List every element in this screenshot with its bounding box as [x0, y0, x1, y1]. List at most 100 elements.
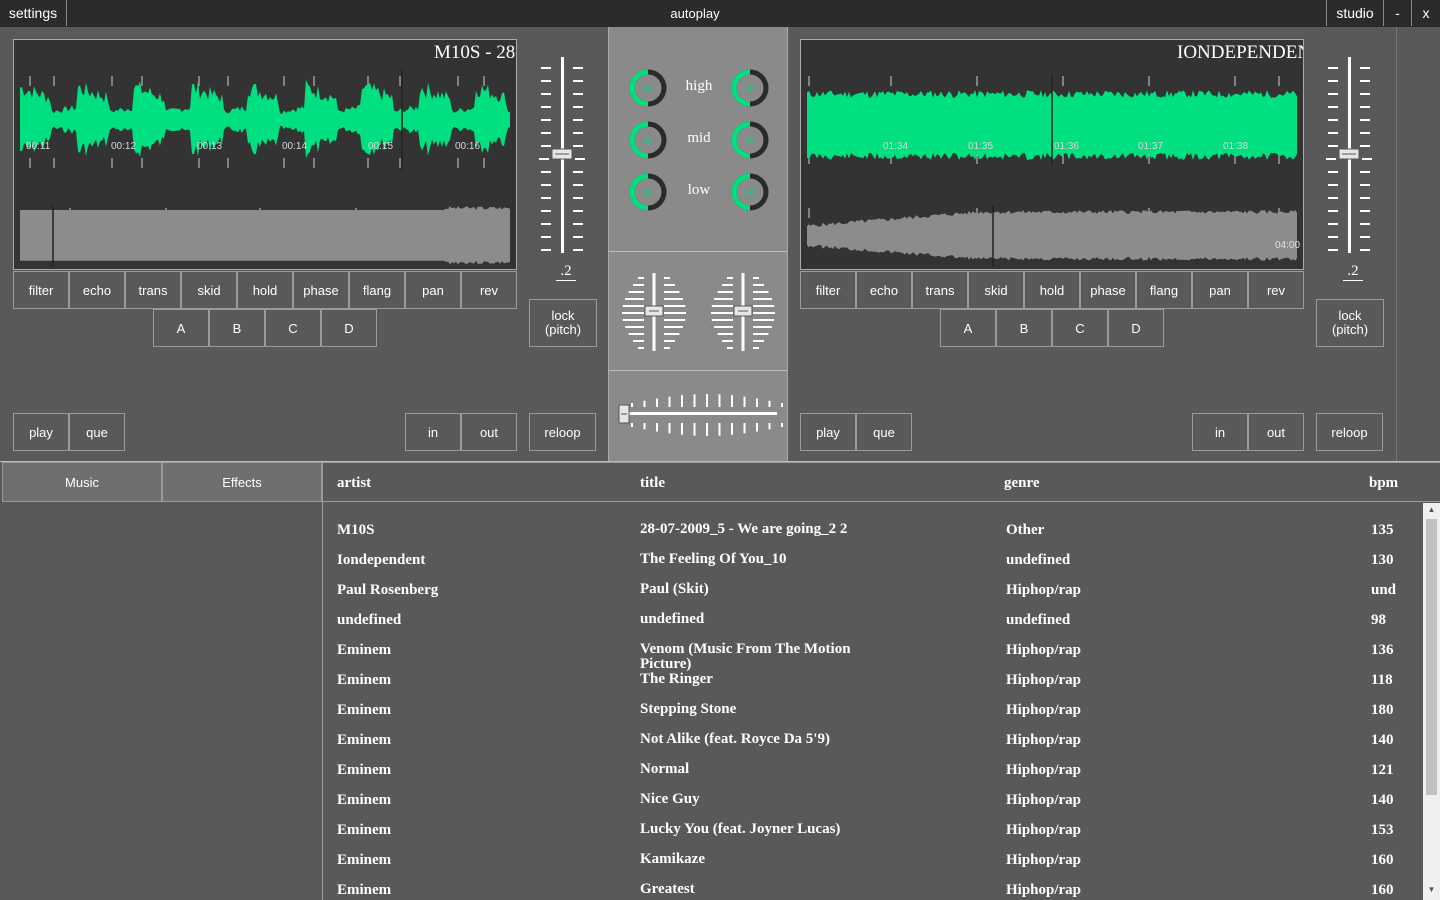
fx-skid-button-right[interactable]: skid — [968, 271, 1024, 309]
track-row[interactable]: Eminem Normal Hiphop/rap 121 — [322, 756, 1422, 786]
track-bpm: 135 — [1371, 522, 1394, 538]
track-row[interactable]: Eminem Nice Guy Hiphop/rap 140 — [322, 786, 1422, 816]
eq-low-knob-left[interactable]: 50 — [627, 171, 669, 213]
track-artist: Eminem — [337, 732, 392, 748]
svg-text:50: 50 — [746, 86, 754, 93]
channel-faders[interactable] — [609, 257, 787, 367]
hotcue-b-button-right[interactable]: B — [996, 309, 1052, 347]
overview-time-right: 04:00 — [1275, 240, 1301, 251]
track-row[interactable]: Eminem Not Alike (feat. Royce Da 5'9) Hiph… — [322, 726, 1422, 756]
loop-in-button-left[interactable]: in — [405, 413, 461, 451]
fx-skid-button-left[interactable]: skid — [181, 271, 237, 309]
loop-out-button-right[interactable]: out — [1248, 413, 1304, 451]
hotcue-b-button-left[interactable]: B — [209, 309, 265, 347]
scrollbar-thumb[interactable] — [1426, 519, 1437, 795]
autoplay-button[interactable]: autoplay — [600, 0, 790, 27]
pitch-label: (pitch) — [544, 322, 582, 337]
play-button-right[interactable]: play — [800, 413, 856, 451]
play-button-left[interactable]: play — [13, 413, 69, 451]
studio-button[interactable]: studio — [1326, 0, 1384, 26]
fx-phase-button-left[interactable]: phase — [293, 271, 349, 309]
close-button[interactable]: x — [1412, 0, 1440, 26]
track-row[interactable]: undefined undefined undefined 98 — [322, 606, 1422, 636]
fx-phase-button-right[interactable]: phase — [1080, 271, 1136, 309]
settings-button[interactable]: settings — [0, 0, 67, 26]
que-button-left[interactable]: que — [69, 413, 125, 451]
time-label-left: 00:15 — [368, 141, 394, 152]
track-list-scrollbar[interactable]: ▲ ▼ — [1423, 503, 1440, 900]
fx-flang-button-left[interactable]: flang — [349, 271, 405, 309]
time-label-left: 00:11 — [26, 141, 51, 152]
pitch-fader-right[interactable] — [1322, 55, 1380, 285]
fx-filter-button-left[interactable]: filter — [13, 271, 69, 309]
track-row[interactable]: Eminem The Ringer Hiphop/rap 118 — [322, 666, 1422, 696]
tab-music[interactable]: Music — [2, 462, 162, 502]
track-list: M10S 28-07-2009_5 - We are going_2 2 Other… — [322, 516, 1422, 900]
track-row[interactable]: Eminem Lucky You (feat. Joyner Lucas) Hiph… — [322, 816, 1422, 846]
fx-echo-button-left[interactable]: echo — [69, 271, 125, 309]
fx-rev-button-left[interactable]: rev — [461, 271, 517, 309]
fx-trans-button-left[interactable]: trans — [125, 271, 181, 309]
fx-rev-button-right[interactable]: rev — [1248, 271, 1304, 309]
eq-high-knob-right[interactable]: 50 — [729, 67, 771, 109]
reloop-button-left[interactable]: reloop — [529, 413, 596, 451]
fx-hold-button-left[interactable]: hold — [237, 271, 293, 309]
pitch-value-left: .2 — [556, 263, 576, 281]
track-row[interactable]: M10S 28-07-2009_5 - We are going_2 2 Other… — [322, 516, 1422, 546]
track-title: Greatest — [640, 881, 695, 897]
loop-out-button-left[interactable]: out — [461, 413, 517, 451]
track-bpm: 118 — [1371, 672, 1393, 688]
fx-pan-button-right[interactable]: pan — [1192, 271, 1248, 309]
fx-hold-button-right[interactable]: hold — [1024, 271, 1080, 309]
crossfader[interactable] — [609, 377, 787, 457]
fx-echo-button-right[interactable]: echo — [856, 271, 912, 309]
track-artist: undefined — [337, 612, 402, 628]
svg-text:50: 50 — [644, 138, 652, 145]
track-row[interactable]: Eminem Kamikaze Hiphop/rap 160 — [322, 846, 1422, 876]
eq-high-knob-left[interactable]: 50 — [627, 67, 669, 109]
waveform-left[interactable]: M10S - 28-07-2009_5 - We are going_2 2 0… — [13, 39, 517, 270]
column-title[interactable]: title — [640, 475, 665, 492]
column-bpm[interactable]: bpm — [1369, 475, 1398, 492]
track-row[interactable]: Eminem Stepping Stone Hiphop/rap 180 — [322, 696, 1422, 726]
scroll-down-icon[interactable]: ▼ — [1423, 885, 1440, 897]
lock-pitch-button-left[interactable]: lock (pitch) — [529, 299, 597, 347]
minimize-button[interactable]: - — [1384, 0, 1412, 26]
scroll-up-icon[interactable]: ▲ — [1423, 505, 1440, 517]
pitch-fader-left[interactable] — [535, 55, 593, 285]
que-button-right[interactable]: que — [856, 413, 912, 451]
hotcue-a-button-left[interactable]: A — [153, 309, 209, 347]
eq-mid-knob-left[interactable]: 50 — [627, 119, 669, 161]
hotcue-c-button-right[interactable]: C — [1052, 309, 1108, 347]
track-row[interactable]: Eminem Venom (Music From The Motion Pictu… — [322, 636, 1422, 672]
time-label-right: 01:34 — [883, 141, 909, 152]
tab-effects[interactable]: Effects — [162, 462, 322, 502]
svg-text:50: 50 — [644, 86, 652, 93]
mixer-panel: high 50 50 mid 50 50 low 50 50 — [608, 27, 788, 461]
fx-filter-button-right[interactable]: filter — [800, 271, 856, 309]
column-genre[interactable]: genre — [1004, 475, 1040, 492]
waveform-right[interactable]: IONDEPENDENT - The Feeling Of You_10 04:… — [800, 39, 1304, 270]
fx-pan-button-left[interactable]: pan — [405, 271, 461, 309]
hotcue-d-button-right[interactable]: D — [1108, 309, 1164, 347]
library-tabs: Music Effects — [2, 462, 322, 502]
loop-in-button-right[interactable]: in — [1192, 413, 1248, 451]
reloop-button-right[interactable]: reloop — [1316, 413, 1383, 451]
fx-trans-button-right[interactable]: trans — [912, 271, 968, 309]
track-artist: Eminem — [337, 762, 392, 778]
title-bar: settings autoplay studio - x — [0, 0, 1440, 27]
svg-text:50: 50 — [644, 190, 652, 197]
hotcue-c-button-left[interactable]: C — [265, 309, 321, 347]
track-row[interactable]: Eminem Greatest Hiphop/rap 160 — [322, 876, 1422, 900]
track-genre: Hiphop/rap — [1006, 822, 1082, 838]
fx-flang-button-right[interactable]: flang — [1136, 271, 1192, 309]
track-bpm: 130 — [1371, 552, 1394, 568]
hotcue-a-button-right[interactable]: A — [940, 309, 996, 347]
track-row[interactable]: Paul Rosenberg Paul (Skit) Hiphop/rap und — [322, 576, 1422, 606]
eq-low-knob-right[interactable]: 50 — [729, 171, 771, 213]
lock-pitch-button-right[interactable]: lock (pitch) — [1316, 299, 1384, 347]
eq-mid-knob-right[interactable]: 50 — [729, 119, 771, 161]
column-artist[interactable]: artist — [337, 475, 371, 492]
track-row[interactable]: Iondependent The Feeling Of You_10 undefin… — [322, 546, 1422, 576]
hotcue-d-button-left[interactable]: D — [321, 309, 377, 347]
